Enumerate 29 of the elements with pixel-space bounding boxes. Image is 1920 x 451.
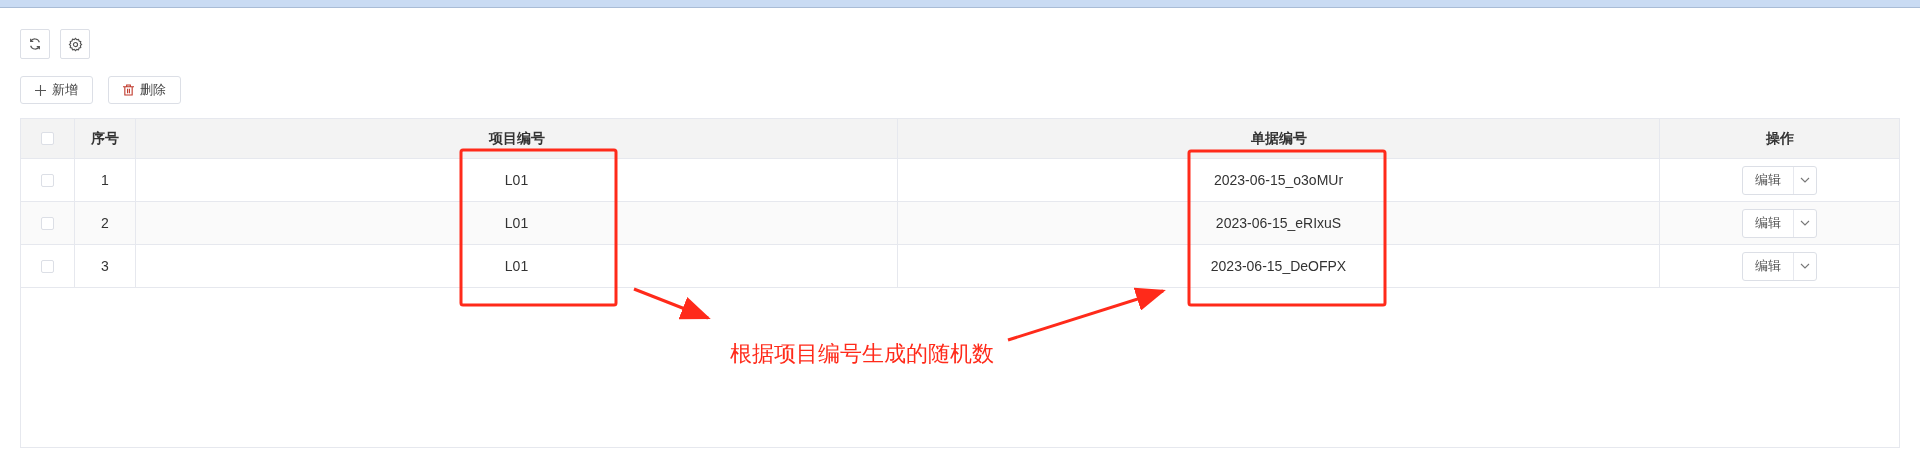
table-cell-text: 2023-06-15_DeOFPX — [1210, 256, 1347, 276]
column-header: 单据编号 — [1250, 129, 1307, 148]
chevron-down-icon — [1800, 220, 1810, 226]
settings-button[interactable] — [60, 29, 90, 59]
table-cell-text: 2 — [101, 213, 109, 233]
table-cell-text: L01 — [504, 170, 529, 190]
checkbox[interactable] — [41, 259, 54, 273]
table-cell-text: 3 — [101, 256, 109, 276]
checkbox[interactable] — [41, 173, 54, 187]
table-cell-text: 2023-06-15_o3oMUr — [1213, 170, 1344, 190]
column-header: 序号 — [91, 129, 119, 148]
add-button[interactable]: 新增 — [20, 76, 93, 104]
checkbox[interactable] — [41, 216, 54, 230]
checkbox[interactable] — [41, 132, 54, 145]
delete-button[interactable]: 删除 — [108, 76, 181, 104]
table-cell-text: L01 — [504, 213, 529, 233]
chevron-down-icon — [1800, 263, 1810, 269]
table-cell-text: 2023-06-15_eRIxuS — [1215, 213, 1342, 233]
column-header: 项目编号 — [488, 129, 545, 148]
refresh-button[interactable] — [20, 29, 50, 59]
plus-icon — [35, 84, 46, 96]
chevron-down-icon — [1800, 177, 1810, 183]
column-header: 操作 — [1765, 129, 1794, 148]
refresh-icon — [28, 37, 42, 51]
settings-icon — [67, 36, 83, 52]
table-cell-text: 1 — [101, 170, 109, 190]
annotation-text: 根据项目编号生成的随机数 — [730, 340, 994, 368]
trash-icon — [123, 84, 134, 96]
table-cell-text: L01 — [504, 256, 529, 276]
